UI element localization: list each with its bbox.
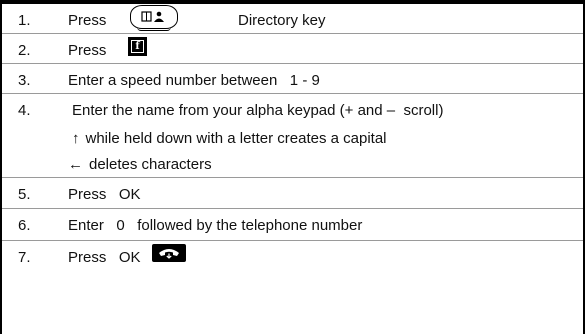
- step-number: 6.: [18, 217, 31, 234]
- hangup-key-icon: [152, 244, 186, 262]
- step-row-7: 7. Press OK: [2, 241, 583, 274]
- step-number: 5.: [18, 186, 31, 203]
- step-number: 1.: [18, 12, 31, 29]
- step-row-1: 1. Press Directory key: [2, 4, 583, 34]
- step-text: Press: [68, 42, 107, 59]
- step-number: 4.: [18, 102, 31, 119]
- step-number: 2.: [18, 42, 31, 59]
- step-text: Press OK: [68, 186, 141, 203]
- step-text: Enter 0 followed by the telephone number: [68, 217, 363, 234]
- note-row-capital: ↑ while held down with a letter creates a…: [2, 122, 583, 152]
- step-row-2: 2. Press f: [2, 34, 583, 64]
- note-text: deletes characters: [89, 156, 212, 173]
- left-arrow-icon: ←: [68, 156, 83, 173]
- step-text: Press: [68, 12, 107, 29]
- step-text: Enter the name from your alpha keypad (+…: [72, 102, 444, 119]
- instruction-table: 1. Press Directory key 2. Press f 3. Ent…: [0, 0, 585, 334]
- step-row-4: 4. Enter the name from your alpha keypad…: [2, 94, 583, 124]
- up-arrow-icon: ↑: [72, 130, 80, 147]
- step-number: 3.: [18, 72, 31, 89]
- function-key-letter: f: [131, 40, 144, 53]
- step-row-5: 5. Press OK: [2, 178, 583, 209]
- note-text: while held down with a letter creates a …: [85, 130, 387, 147]
- directory-key-icon: [130, 5, 178, 31]
- step-row-3: 3. Enter a speed number between 1 - 9: [2, 64, 583, 94]
- step-row-6: 6. Enter 0 followed by the telephone num…: [2, 209, 583, 241]
- step-text-after: Directory key: [238, 12, 326, 29]
- step-text: Enter a speed number between 1 - 9: [68, 72, 320, 89]
- step-text: Press OK: [68, 249, 141, 266]
- step-number: 7.: [18, 249, 31, 266]
- note-row-delete: ← deletes characters: [2, 150, 583, 178]
- function-key-icon: f: [128, 37, 147, 56]
